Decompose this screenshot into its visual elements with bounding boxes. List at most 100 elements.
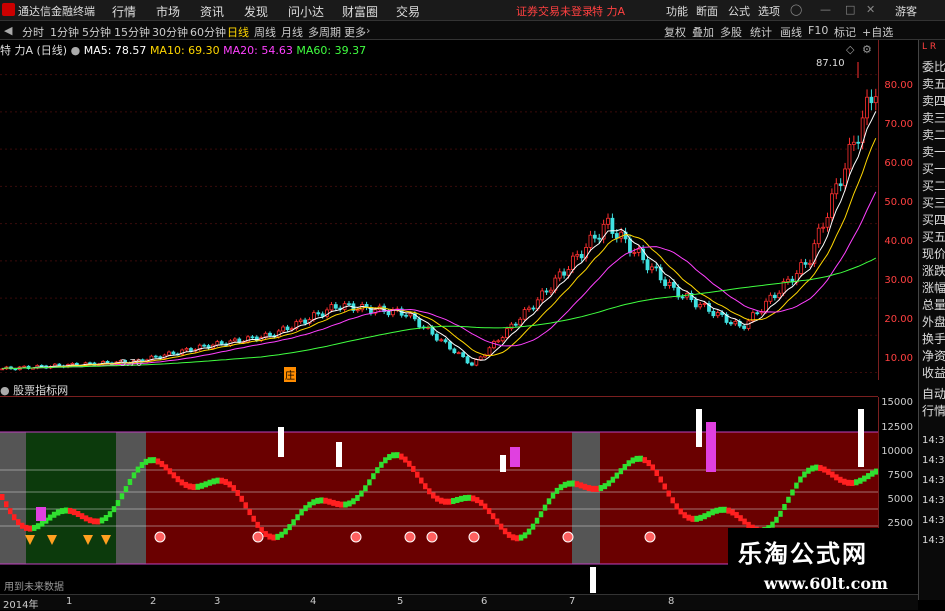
indicator-bar — [846, 479, 851, 486]
indicator-bar — [159, 460, 165, 467]
tab-1min[interactable]: 1分钟 — [50, 24, 79, 40]
indicator-bar — [419, 477, 424, 484]
indicator-tick: 12500 — [881, 422, 913, 433]
indicator-bar — [742, 518, 747, 525]
indicator-bar — [446, 498, 452, 505]
tab-multi[interactable]: 多周期 — [308, 24, 341, 40]
menu-hangqing[interactable]: 行情 — [112, 3, 136, 20]
chevron-right-icon[interactable]: › — [366, 24, 370, 37]
side-sell5[interactable]: 卖五 — [922, 75, 945, 92]
indicator-bar — [319, 497, 324, 504]
menu-wenxiaoda[interactable]: 问小达 — [288, 3, 324, 20]
side-zhangdie[interactable]: 涨跌 — [922, 262, 945, 279]
tab-day[interactable]: 日线 — [227, 24, 249, 40]
side-sell3[interactable]: 卖三 — [922, 109, 945, 126]
indicator-bar — [239, 495, 244, 502]
side-waipan[interactable]: 外盘 — [922, 313, 945, 330]
menu-gongshi[interactable]: 公式 — [728, 3, 750, 19]
menu-zixun[interactable]: 资讯 — [200, 3, 224, 20]
tab-15min[interactable]: 15分钟 — [114, 24, 150, 40]
candle-body — [755, 312, 760, 315]
indicator-bar — [187, 483, 193, 490]
indicator-bar — [490, 513, 496, 520]
indicator-bar — [271, 534, 276, 541]
indicator-bar — [738, 515, 743, 522]
menu-duanmian[interactable]: 断面 — [696, 3, 718, 19]
candle-body — [768, 294, 773, 302]
indicator-bar — [63, 507, 69, 514]
indicator-bar — [598, 485, 604, 492]
side-buy2[interactable]: 买二 — [922, 177, 945, 194]
candle-body — [557, 271, 562, 279]
side-zongliang[interactable]: 总量 — [922, 296, 945, 313]
candle-body — [851, 141, 856, 145]
btn-zixuan[interactable]: +自选 — [862, 24, 893, 40]
side-buy3[interactable]: 买三 — [922, 194, 945, 211]
chevron-left-icon[interactable]: ◀ — [4, 24, 12, 37]
indicator-bar — [423, 483, 428, 490]
indicator-bar — [11, 514, 17, 521]
btn-duogu[interactable]: 多股 — [720, 24, 742, 40]
indicator-bar — [415, 471, 420, 478]
tab-month[interactable]: 月线 — [281, 24, 303, 40]
indicator-bar — [59, 508, 65, 515]
price-tick: 10.00 — [884, 353, 913, 364]
menu-caifuquan[interactable]: 财富圈 — [342, 3, 378, 20]
btn-fuquan[interactable]: 复权 — [664, 24, 686, 40]
settings-icon[interactable]: ⚙ — [862, 43, 872, 56]
indicator-bar — [570, 480, 576, 487]
tab-week[interactable]: 周线 — [254, 24, 276, 40]
tab-60min[interactable]: 60分钟 — [190, 24, 226, 40]
guest-label[interactable]: 游客 — [895, 3, 917, 19]
btn-biaoji[interactable]: 标记 — [834, 24, 856, 40]
btn-diejia[interactable]: 叠加 — [692, 24, 714, 40]
candle-body — [509, 323, 514, 330]
candlestick-chart[interactable] — [0, 56, 878, 380]
menu-gongneng[interactable]: 功能 — [666, 3, 688, 19]
indicator-bar — [135, 466, 141, 473]
btn-tongji[interactable]: 统计 — [750, 24, 772, 40]
signal-circle — [644, 531, 656, 543]
maximize-icon[interactable]: □ — [845, 3, 855, 16]
close-icon[interactable]: ✕ — [866, 3, 875, 16]
side-buy4[interactable]: 买四 — [922, 211, 945, 228]
side-buy1[interactable]: 买一 — [922, 160, 945, 177]
time-label: 5 — [397, 596, 404, 607]
menu-jiaoyi[interactable]: 交易 — [396, 3, 420, 20]
ma-line — [2, 137, 877, 370]
login-status[interactable]: 证券交易未登录 — [516, 3, 593, 19]
menu-faxian[interactable]: 发现 — [244, 3, 268, 20]
menu-xuanxiang[interactable]: 选项 — [758, 3, 780, 19]
btn-huaxian[interactable]: 画线 — [780, 24, 802, 40]
side-sell4[interactable]: 卖四 — [922, 92, 945, 109]
tab-more[interactable]: 更多 — [344, 24, 366, 40]
side-zhangfu[interactable]: 涨幅 — [922, 279, 945, 296]
side-weibi[interactable]: 委比 — [922, 58, 945, 75]
side-sell1[interactable]: 卖一 — [922, 143, 945, 160]
side-sell2[interactable]: 卖二 — [922, 126, 945, 143]
candle-body — [650, 266, 654, 271]
tab-30min[interactable]: 30分钟 — [152, 24, 188, 40]
diamond-icon[interactable]: ◇ — [846, 43, 854, 56]
side-shouyi[interactable]: 收益 — [922, 364, 945, 381]
menu-shichang[interactable]: 市场 — [156, 3, 180, 20]
indicator-bar — [255, 521, 260, 528]
candle-body — [570, 255, 575, 270]
indicator-bar — [494, 518, 500, 525]
time-label: 3 — [214, 596, 221, 607]
indicator-bar — [7, 508, 13, 515]
side-huanshou[interactable]: 换手 — [922, 330, 945, 347]
side-jingzi[interactable]: 净资 — [922, 347, 945, 364]
panel-lr-icon[interactable]: L R — [922, 42, 936, 52]
side-auto-quote[interactable]: 自动 行情 — [922, 385, 945, 419]
side-buy5[interactable]: 买五 — [922, 228, 945, 245]
tab-fenshi[interactable]: 分时 — [22, 24, 44, 40]
tab-5min[interactable]: 5分钟 — [82, 24, 111, 40]
user-icon[interactable]: ◯ — [790, 3, 802, 16]
side-xianjia[interactable]: 现价 — [922, 245, 945, 262]
indicator-bar — [586, 485, 592, 492]
minimize-icon[interactable]: — — [820, 3, 831, 16]
btn-f10[interactable]: F10 — [808, 24, 828, 37]
candle-body — [518, 318, 523, 326]
indicator-bar — [650, 464, 656, 471]
